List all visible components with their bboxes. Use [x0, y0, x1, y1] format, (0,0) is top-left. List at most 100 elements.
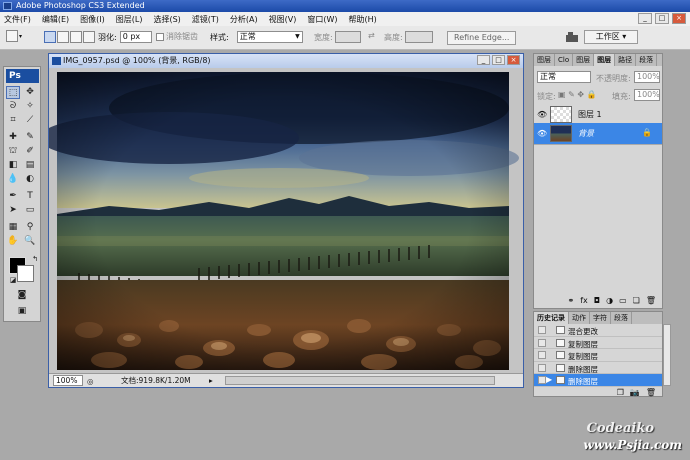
path-selection-tool-icon[interactable]: ➤	[6, 204, 20, 217]
tab-layers-b[interactable]: 图层	[573, 54, 595, 66]
trash-icon[interactable]: 🗑	[646, 388, 656, 397]
tab-paragraph[interactable]: 段落	[636, 54, 658, 66]
type-tool-icon[interactable]: T	[23, 190, 37, 203]
history-source-checkbox[interactable]	[538, 376, 546, 384]
hand-tool-icon[interactable]: ✋	[6, 235, 20, 248]
antialias-checkbox[interactable]	[156, 32, 164, 41]
width-input[interactable]	[334, 31, 361, 43]
tab-actions[interactable]: 动作	[569, 312, 590, 324]
tool-preset-picker[interactable]: ▾	[6, 30, 22, 42]
document-title-bar[interactable]: IMG_0957.psd @ 100% (背景, RGB/8) _ □ ×	[49, 54, 523, 68]
intersect-selection-icon[interactable]	[83, 31, 95, 43]
tab-history[interactable]: 历史记录	[534, 312, 569, 324]
eraser-tool-icon[interactable]: ◧	[6, 159, 20, 172]
menu-filter[interactable]: 滤镜(T)	[192, 14, 219, 25]
visibility-eye-icon[interactable]: 👁	[537, 110, 547, 119]
doc-maximize-button[interactable]: □	[492, 55, 505, 65]
visibility-eye-icon[interactable]: 👁	[537, 129, 547, 138]
history-source-checkbox[interactable]	[538, 338, 546, 347]
history-scrollbar[interactable]	[663, 324, 671, 386]
history-item[interactable]: 删除图层	[534, 362, 662, 374]
refine-edge-button[interactable]: Refine Edge...	[447, 31, 517, 45]
brush-tool-icon[interactable]: ✎	[23, 131, 37, 144]
style-select[interactable]: 正常 ▼	[236, 31, 303, 43]
doc-close-button[interactable]: ×	[507, 55, 520, 65]
layer-row-background[interactable]: 👁 背景 🔒	[534, 123, 662, 145]
history-source-checkbox[interactable]	[538, 326, 546, 334]
history-brush-tool-icon[interactable]: ✐	[23, 145, 37, 158]
canvas-area[interactable]	[39, 68, 523, 374]
group-icon[interactable]: ▭	[619, 296, 627, 305]
history-item-current[interactable]: ▶ 删除图层	[534, 374, 662, 387]
healing-brush-tool-icon[interactable]: ✚	[6, 131, 20, 144]
eyedropper-tool-icon[interactable]: ⚲	[23, 221, 37, 234]
adjustment-layer-icon[interactable]: ◑	[606, 296, 613, 305]
doc-minimize-button[interactable]: _	[477, 55, 490, 65]
tab-clone[interactable]: Clo	[555, 54, 574, 66]
lasso-tool-icon[interactable]: ᘐ	[6, 100, 20, 113]
snapshot-icon[interactable]: 📷	[630, 388, 640, 397]
new-layer-icon[interactable]: ❏	[633, 296, 640, 305]
new-selection-icon[interactable]	[44, 31, 56, 43]
menu-edit[interactable]: 编辑(E)	[42, 14, 69, 25]
menu-analysis[interactable]: 分析(A)	[230, 14, 258, 25]
close-button[interactable]: ×	[672, 13, 686, 24]
magic-wand-tool-icon[interactable]: ✧	[23, 100, 37, 113]
zoom-tool-icon[interactable]: 🔍	[23, 235, 37, 248]
menu-image[interactable]: 图像(I)	[80, 14, 105, 25]
default-colors-icon[interactable]: ◪	[6, 274, 20, 287]
screen-mode-icon[interactable]: ▣	[15, 305, 29, 318]
swap-colors-icon[interactable]: ↰	[28, 253, 42, 266]
trash-icon[interactable]: 🗑	[646, 296, 656, 305]
status-arrow-icon[interactable]: ▸	[209, 374, 213, 387]
gradient-tool-icon[interactable]: ▤	[23, 159, 37, 172]
link-layers-icon[interactable]: ⚭	[568, 296, 575, 305]
horizontal-scrollbar[interactable]	[225, 376, 495, 385]
feather-input[interactable]: 0 px	[119, 31, 152, 43]
history-item[interactable]: 复制图层	[534, 337, 662, 349]
menu-layer[interactable]: 图层(L)	[116, 14, 143, 25]
quick-mask-icon[interactable]: ◙	[15, 289, 29, 302]
menu-help[interactable]: 帮助(H)	[349, 14, 377, 25]
maximize-button[interactable]: □	[655, 13, 669, 24]
menu-select[interactable]: 选择(S)	[153, 14, 180, 25]
menu-window[interactable]: 窗口(W)	[307, 14, 337, 25]
palette-well-icon[interactable]	[565, 31, 579, 43]
clone-stamp-tool-icon[interactable]: ⛫	[6, 145, 20, 158]
tab-character[interactable]: 字符	[590, 312, 611, 324]
layer-style-icon[interactable]: fx	[580, 296, 588, 305]
menu-file[interactable]: 文件(F)	[4, 14, 31, 25]
opacity-input[interactable]: 100%	[634, 71, 660, 83]
lock-icons[interactable]: ▣ ✎ ✥ 🔒	[558, 90, 597, 99]
crop-tool-icon[interactable]: ⌗	[6, 114, 20, 127]
layer-mask-icon[interactable]: ◘	[594, 296, 600, 305]
pen-tool-icon[interactable]: ✒	[6, 190, 20, 203]
tab-paths[interactable]: 路径	[615, 54, 637, 66]
status-menu-icon[interactable]: ◎	[87, 375, 94, 388]
workspace-button[interactable]: 工作区 ▾	[584, 30, 638, 44]
history-item[interactable]: 混合更改	[534, 324, 662, 337]
notes-tool-icon[interactable]: ▦	[6, 221, 20, 234]
tab-paragraph[interactable]: 段落	[611, 312, 632, 324]
history-source-checkbox[interactable]	[538, 351, 546, 359]
dodge-tool-icon[interactable]: ◐	[23, 173, 37, 186]
move-tool-icon[interactable]: ✥	[23, 86, 37, 99]
menu-view[interactable]: 视图(V)	[269, 14, 297, 25]
slice-tool-icon[interactable]: ⟋	[23, 114, 37, 127]
minimize-button[interactable]: _	[638, 13, 652, 24]
blend-mode-select[interactable]: 正常	[537, 71, 591, 83]
rectangle-tool-icon[interactable]: ▭	[23, 204, 37, 217]
swap-icon[interactable]: ⇄	[368, 31, 375, 40]
fill-input[interactable]: 100%	[634, 89, 660, 101]
height-input[interactable]	[404, 31, 433, 43]
new-document-from-state-icon[interactable]: ❐	[617, 388, 624, 397]
subtract-selection-icon[interactable]	[70, 31, 82, 43]
marquee-tool-icon[interactable]: ⬚	[6, 86, 20, 99]
tab-layers-a[interactable]: 图层	[534, 54, 555, 66]
zoom-level[interactable]: 100%	[53, 375, 83, 386]
add-selection-icon[interactable]	[57, 31, 69, 43]
history-source-checkbox[interactable]	[538, 363, 546, 372]
tab-layers[interactable]: 图层	[594, 54, 616, 66]
blur-tool-icon[interactable]: 💧	[6, 173, 20, 186]
history-item[interactable]: 复制图层	[534, 349, 662, 362]
